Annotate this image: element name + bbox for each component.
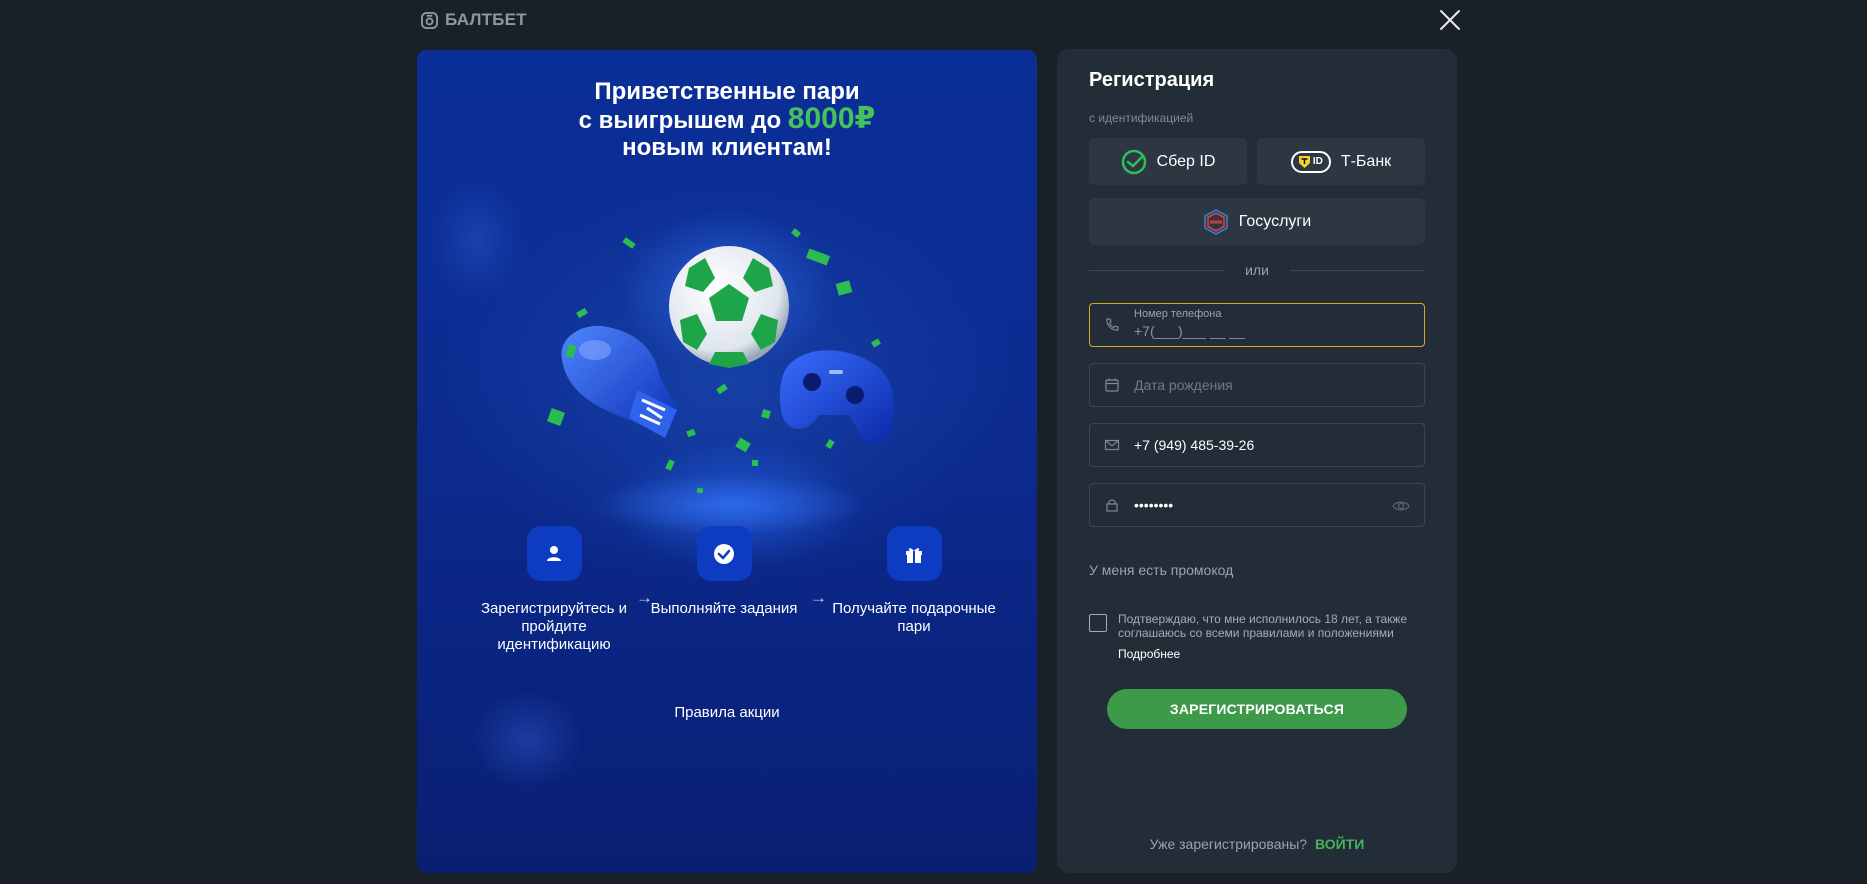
step-register-badge (526, 526, 582, 581)
register-button[interactable]: ЗАРЕГИСТРИРОВАТЬСЯ (1107, 689, 1407, 729)
gosuslugi-label: Госуслуги (1238, 212, 1312, 230)
login-link[interactable]: ВОЙТИ (1315, 836, 1364, 852)
promo-code-link[interactable]: У меня есть промокод (1089, 562, 1233, 578)
step-gift-text: Получайте подарочные пари (832, 600, 996, 635)
consent-checkbox[interactable] (1089, 614, 1107, 632)
gamepad-icon (779, 350, 895, 444)
phone-icon (1106, 318, 1119, 331)
step-gift-badge (886, 526, 942, 581)
gift-icon (906, 547, 922, 563)
login-row: Уже зарегистрированы? ВОЙТИ (1057, 836, 1457, 852)
check-circle-icon (714, 543, 734, 564)
promo-title-line1: Приветственные пари (594, 78, 860, 105)
step-register-text: Зарегистрируйтесь и пройдите идентификац… (481, 600, 627, 653)
consent-more-link[interactable]: Подробнее (1118, 647, 1180, 661)
lock-icon (1106, 499, 1118, 512)
promo-steps: Зарегистрируйтесь и пройдите идентификац… (417, 526, 1037, 666)
step-arrow-2: → (810, 588, 827, 607)
promo-amount: 8000₽ (787, 102, 876, 135)
tbank-badge-text: ID (1312, 156, 1323, 167)
step-register: Зарегистрируйтесь и пройдите идентификац… (469, 526, 639, 654)
registration-form: Регистрация с идентификацией Сбер ID ID … (1057, 49, 1457, 873)
form-title: Регистрация (1089, 69, 1215, 91)
promo-title-prefix: с выигрышем до (578, 107, 782, 134)
phone-field-label: Номер телефона (1134, 308, 1222, 320)
email-value: +7 (949) 485-39-26 (1134, 437, 1255, 453)
brand-name: БАЛТБЕТ (445, 10, 527, 29)
password-field[interactable]: •••••••• (1089, 483, 1425, 527)
tbank-button[interactable]: ID Т-Банк (1257, 138, 1425, 185)
promo-title: Приветственные пари с выигрышем до 8000₽… (417, 78, 1037, 161)
birthdate-field[interactable]: Дата рождения (1089, 363, 1425, 407)
close-icon[interactable] (1437, 7, 1463, 33)
tbank-label: Т-Банк (1340, 152, 1392, 170)
email-field[interactable]: +7 (949) 485-39-26 (1089, 423, 1425, 467)
promo-panel: Приветственные пари с выигрышем до 8000₽… (417, 50, 1037, 873)
user-icon (547, 545, 561, 561)
phone-field-placeholder: +7(___)___ __ __ (1134, 323, 1245, 339)
brand-logo[interactable]: БАЛТБЕТ (421, 10, 527, 30)
step-tasks: Выполняйте задания (639, 526, 809, 618)
tbank-shield-icon (1298, 155, 1310, 168)
divider-line-right (1290, 270, 1425, 271)
hero-illustration (547, 210, 895, 535)
promo-title-line2: с выигрышем до 8000₽ (417, 102, 1037, 135)
tbank-logo-icon: ID (1290, 150, 1331, 173)
or-divider: или (1089, 262, 1425, 278)
mail-icon (1104, 439, 1120, 451)
step-gift: Получайте подарочные пари (829, 526, 999, 636)
calendar-icon (1105, 378, 1119, 392)
gosuslugi-button[interactable]: Госуслуги (1089, 198, 1425, 245)
birthdate-placeholder: Дата рождения (1134, 377, 1233, 393)
step-arrow-1: → (636, 588, 653, 607)
baltbet-logo-icon (421, 11, 438, 29)
consent-text: Подтверждаю, что мне исполнилось 18 лет,… (1118, 612, 1408, 640)
sber-id-label: Сбер ID (1156, 152, 1216, 170)
already-registered-text: Уже зарегистрированы? (1149, 836, 1308, 852)
sber-logo-icon (1121, 149, 1146, 174)
sber-id-button[interactable]: Сбер ID (1089, 138, 1247, 185)
promo-rules-link[interactable]: Правила акции (417, 704, 1037, 721)
phone-field[interactable]: Номер телефона +7(___)___ __ __ (1089, 303, 1425, 347)
step-tasks-text: Выполняйте задания (650, 600, 798, 617)
promo-title-line3: новым клиентам! (622, 134, 832, 161)
step-tasks-badge (696, 526, 752, 581)
show-password-icon[interactable] (1392, 498, 1410, 514)
password-value: •••••••• (1134, 497, 1174, 513)
gosuslugi-logo-icon (1203, 208, 1228, 235)
id-subtitle: с идентификацией (1089, 111, 1194, 125)
